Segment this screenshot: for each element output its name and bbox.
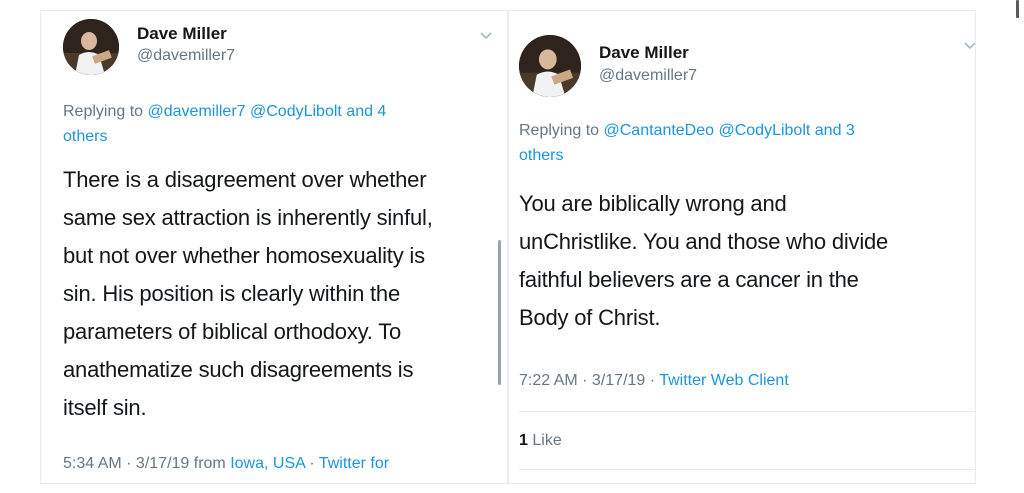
tweet-card-1[interactable]: Dave Miller @davemiller7 Replying to @da…	[40, 10, 508, 484]
replying-to: Replying to @CantanteDeo @CodyLibolt and…	[519, 122, 855, 164]
screen-edge-marker	[1016, 0, 1019, 18]
client-link[interactable]: Twitter Web Client	[659, 372, 789, 389]
tweet-metadata: 7:22 AM · 3/17/19 · Twitter Web Client	[519, 372, 789, 390]
profile-photo-icon	[63, 19, 119, 75]
chevron-down-icon[interactable]	[963, 41, 976, 51]
author-handle[interactable]: @davemiller7	[137, 47, 235, 65]
timestamp[interactable]: 7:22 AM · 3/17/19 ·	[519, 372, 655, 389]
chevron-down-icon[interactable]	[479, 31, 493, 41]
reply-others-link[interactable]: others	[519, 147, 563, 164]
replying-to: Replying to @davemiller7 @CodyLibolt and…	[63, 103, 387, 145]
avatar[interactable]	[519, 35, 581, 97]
reply-mentions-link[interactable]: @CantanteDeo @CodyLibolt and 3	[604, 122, 855, 139]
tweet-text-line: same sex attraction is inherently sinful…	[63, 205, 433, 230]
client-link[interactable]: Twitter for	[319, 455, 389, 472]
divider	[519, 411, 975, 412]
timestamp[interactable]: 5:34 AM · 3/17/19 from	[63, 455, 226, 472]
tweet-text-line: Body of Christ.	[519, 305, 661, 330]
likes-count[interactable]: 1 Like	[519, 432, 562, 450]
reply-others-link[interactable]: others	[63, 128, 107, 145]
author-name[interactable]: Dave Miller	[137, 24, 227, 44]
scrollbar[interactable]	[498, 240, 501, 385]
author-handle[interactable]: @davemiller7	[599, 67, 697, 85]
tweet-text: You are biblically wrong and unChristlik…	[519, 185, 975, 337]
tweet-text-line: You are biblically wrong and	[519, 191, 787, 216]
reply-mentions-link[interactable]: @davemiller7 @CodyLibolt and 4	[148, 103, 387, 120]
avatar[interactable]	[63, 19, 119, 75]
tweet-text: There is a disagreement over whether sam…	[63, 161, 503, 427]
divider	[519, 469, 975, 470]
tweet-text-line: faithful believers are a cancer in the	[519, 267, 859, 292]
author-name[interactable]: Dave Miller	[599, 43, 689, 63]
tweet-text-line: but not over whether homosexuality is	[63, 243, 425, 268]
tweet-text-line: anathematize such disagreements is	[63, 357, 414, 382]
profile-photo-icon	[519, 35, 581, 97]
tweet-text-line: itself sin.	[63, 395, 147, 420]
tweet-text-line: unChristlike. You and those who divide	[519, 229, 889, 254]
tweet-text-line: sin. His position is clearly within the	[63, 281, 401, 306]
location-link[interactable]: Iowa, USA	[230, 455, 305, 472]
tweet-metadata: 5:34 AM · 3/17/19 from Iowa, USA · Twitt…	[63, 455, 390, 472]
tweet-text-line: parameters of biblical orthodoxy. To	[63, 319, 402, 344]
tweet-card-2[interactable]: Dave Miller @davemiller7 Replying to @Ca…	[508, 10, 976, 484]
tweet-text-line: There is a disagreement over whether	[63, 167, 427, 192]
